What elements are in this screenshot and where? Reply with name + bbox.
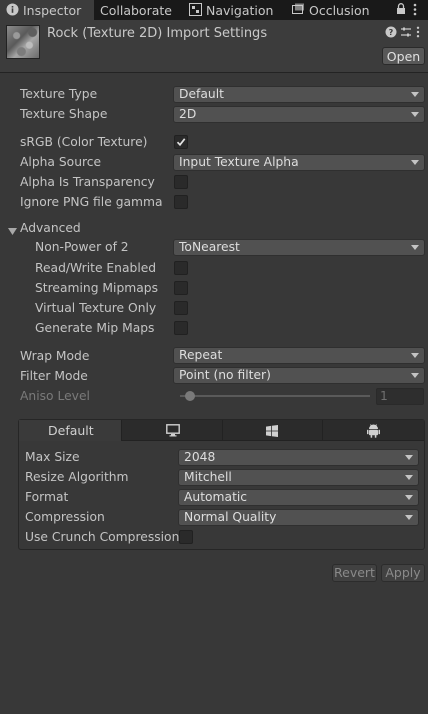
help-icon[interactable]: ? bbox=[385, 26, 397, 38]
kebab-menu-icon[interactable] bbox=[413, 3, 417, 19]
compression-dropdown[interactable]: Normal Quality bbox=[178, 509, 419, 526]
dropdown-value: Normal Quality bbox=[184, 510, 277, 524]
occlusion-icon bbox=[292, 1, 305, 22]
chevron-down-icon bbox=[405, 455, 413, 460]
chevron-down-icon bbox=[411, 353, 419, 358]
crunch-compression-checkbox[interactable] bbox=[179, 530, 193, 544]
alpha-source-label: Alpha Source bbox=[20, 155, 102, 169]
tab-label: Collaborate bbox=[100, 3, 172, 18]
open-button[interactable]: Open bbox=[382, 47, 425, 65]
texture-type-dropdown[interactable]: Default bbox=[173, 86, 425, 103]
dropdown-value: ToNearest bbox=[179, 240, 240, 254]
revert-button[interactable]: Revert bbox=[332, 564, 377, 582]
generate-mipmaps-checkbox[interactable] bbox=[174, 321, 188, 335]
texture-type-label: Texture Type bbox=[20, 87, 98, 101]
texture-shape-label: Texture Shape bbox=[20, 107, 108, 121]
dropdown-value: Automatic bbox=[184, 490, 248, 504]
format-dropdown[interactable]: Automatic bbox=[178, 489, 419, 506]
streaming-mipmaps-label: Streaming Mipmaps bbox=[35, 281, 158, 295]
dropdown-value: 2048 bbox=[184, 450, 216, 464]
checkmark-icon bbox=[176, 138, 186, 147]
virtual-texture-checkbox[interactable] bbox=[174, 301, 188, 315]
chevron-down-icon bbox=[405, 475, 413, 480]
crunch-compression-label: Use Crunch Compression bbox=[25, 530, 180, 544]
preset-icon[interactable] bbox=[400, 26, 412, 38]
android-icon bbox=[367, 423, 380, 441]
monitor-icon bbox=[166, 424, 180, 440]
virtual-texture-label: Virtual Texture Only bbox=[35, 301, 157, 315]
tab-collaborate[interactable]: Collaborate bbox=[100, 0, 180, 20]
chevron-down-icon bbox=[411, 92, 419, 97]
chevron-down-icon bbox=[411, 160, 419, 165]
page-title: Rock (Texture 2D) Import Settings bbox=[47, 26, 268, 41]
navigation-icon bbox=[189, 1, 202, 22]
dropdown-value: Default bbox=[179, 87, 224, 101]
tab-occlusion[interactable]: Occlusion bbox=[292, 0, 372, 20]
non-power-of-2-label: Non-Power of 2 bbox=[35, 240, 129, 254]
tab-label: Default bbox=[48, 423, 94, 438]
srgb-checkbox[interactable] bbox=[174, 135, 188, 149]
wrap-mode-label: Wrap Mode bbox=[20, 349, 90, 363]
tab-standalone[interactable] bbox=[122, 420, 223, 441]
dropdown-value: 2D bbox=[179, 107, 197, 121]
more-options-icon[interactable] bbox=[416, 26, 428, 38]
wrap-mode-dropdown[interactable]: Repeat bbox=[173, 347, 425, 364]
srgb-label: sRGB (Color Texture) bbox=[20, 135, 148, 149]
alpha-transparency-label: Alpha Is Transparency bbox=[20, 175, 155, 189]
chevron-down-icon bbox=[405, 495, 413, 500]
tab-default[interactable]: Default bbox=[19, 420, 122, 441]
format-label: Format bbox=[25, 490, 69, 504]
aniso-slider-track[interactable] bbox=[180, 395, 370, 397]
dropdown-value: Mitchell bbox=[184, 470, 232, 484]
ignore-png-gamma-label: Ignore PNG file gamma bbox=[20, 195, 163, 209]
windows-icon bbox=[266, 425, 278, 440]
max-size-label: Max Size bbox=[25, 450, 80, 464]
triangle-down-icon[interactable] bbox=[8, 225, 17, 239]
non-power-of-2-dropdown[interactable]: ToNearest bbox=[173, 239, 425, 256]
chevron-down-icon bbox=[411, 112, 419, 117]
read-write-label: Read/Write Enabled bbox=[35, 261, 157, 275]
aniso-slider-thumb[interactable] bbox=[185, 391, 195, 401]
tab-navigation[interactable]: Navigation bbox=[189, 0, 279, 20]
aniso-level-label: Aniso Level bbox=[20, 389, 90, 403]
lock-icon[interactable] bbox=[396, 3, 406, 18]
info-icon bbox=[6, 1, 19, 22]
texture-shape-dropdown[interactable]: 2D bbox=[173, 106, 425, 123]
platform-tabs: Default bbox=[19, 420, 424, 441]
tab-label: Inspector bbox=[23, 3, 82, 18]
ignore-png-gamma-checkbox[interactable] bbox=[174, 195, 188, 209]
alpha-source-dropdown[interactable]: Input Texture Alpha bbox=[173, 154, 425, 171]
inspector-header: Rock (Texture 2D) Import Settings ? Open bbox=[0, 20, 428, 73]
advanced-foldout[interactable]: Advanced bbox=[20, 221, 81, 235]
resize-algorithm-label: Resize Algorithm bbox=[25, 470, 129, 484]
chevron-down-icon bbox=[405, 515, 413, 520]
max-size-dropdown[interactable]: 2048 bbox=[178, 449, 419, 466]
compression-label: Compression bbox=[25, 510, 105, 524]
aniso-level-field[interactable]: 1 bbox=[376, 388, 424, 405]
chevron-down-icon bbox=[411, 245, 419, 250]
tab-label: Navigation bbox=[206, 3, 274, 18]
dropdown-value: Repeat bbox=[179, 348, 223, 362]
tab-inspector[interactable]: Inspector bbox=[0, 0, 94, 20]
chevron-down-icon bbox=[411, 373, 419, 378]
read-write-checkbox[interactable] bbox=[174, 261, 188, 275]
filter-mode-dropdown[interactable]: Point (no filter) bbox=[173, 367, 425, 384]
tab-label: Occlusion bbox=[309, 3, 370, 18]
dropdown-value: Point (no filter) bbox=[179, 368, 271, 382]
apply-button[interactable]: Apply bbox=[381, 564, 425, 582]
generate-mipmaps-label: Generate Mip Maps bbox=[35, 321, 155, 335]
texture-thumbnail bbox=[6, 25, 40, 59]
filter-mode-label: Filter Mode bbox=[20, 369, 88, 383]
window-tab-bar: Inspector Collaborate Navigation Occlusi… bbox=[0, 0, 428, 20]
svg-text:?: ? bbox=[389, 28, 394, 37]
streaming-mipmaps-checkbox[interactable] bbox=[174, 281, 188, 295]
tab-android[interactable] bbox=[323, 420, 424, 441]
alpha-transparency-checkbox[interactable] bbox=[174, 175, 188, 189]
tab-windows[interactable] bbox=[223, 420, 323, 441]
resize-algorithm-dropdown[interactable]: Mitchell bbox=[178, 469, 419, 486]
dropdown-value: Input Texture Alpha bbox=[179, 155, 299, 169]
